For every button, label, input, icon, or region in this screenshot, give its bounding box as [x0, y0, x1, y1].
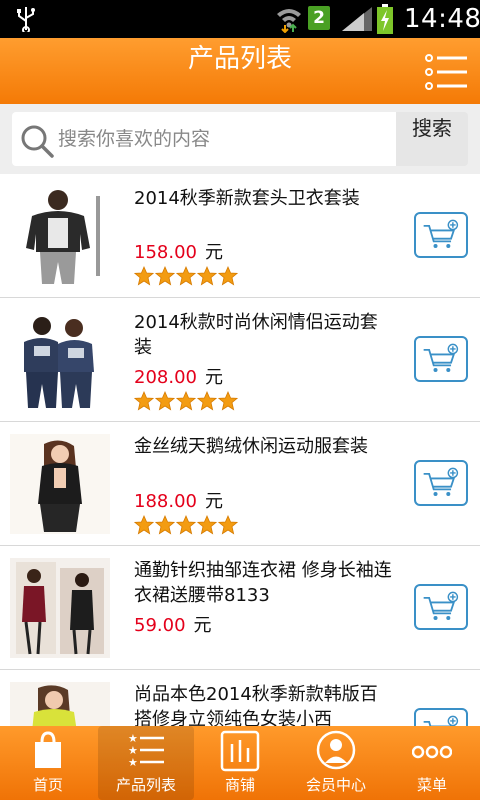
more-dots-icon: [412, 745, 452, 759]
star-icon: [175, 265, 197, 286]
user-icon: [316, 730, 356, 770]
product-image: [10, 310, 110, 410]
product-item[interactable]: 金丝绒天鹅绒休闲运动服套装 188.00 元: [0, 422, 480, 546]
rating-stars: [133, 514, 239, 537]
star-icon: [154, 514, 176, 535]
star-icon: [217, 514, 239, 535]
rating-stars: [133, 390, 239, 413]
star-icon: [217, 390, 239, 411]
product-price: 59.00 元: [134, 611, 212, 637]
price-unit: 元: [204, 491, 223, 512]
search-bar: 搜索: [0, 104, 480, 174]
nav-item-home[interactable]: 首页: [0, 726, 96, 800]
product-name: 金丝绒天鹅绒休闲运动服套装: [134, 436, 368, 457]
add-to-cart-icon[interactable]: [414, 336, 468, 382]
search-box: [12, 112, 396, 166]
star-icon: [196, 265, 218, 286]
product-image: [10, 434, 110, 534]
price-value: 59.00: [134, 615, 186, 636]
rating-stars: [133, 265, 239, 288]
sim-slot-badge: 2: [308, 6, 330, 30]
star-icon: [196, 390, 218, 411]
product-item[interactable]: 2014秋季新款套头卫衣套装 158.00 元: [0, 174, 480, 298]
product-image: [10, 682, 110, 726]
clock: 14:48: [404, 4, 480, 34]
product-image: [10, 186, 110, 286]
product-image: [10, 558, 110, 658]
price-unit: 元: [193, 615, 212, 636]
nav-item-member-center[interactable]: 会员中心: [288, 726, 384, 800]
bottom-nav: 首页 ★ ★ ★ 产品列表 商铺 会员中心 菜单: [0, 726, 480, 800]
nav-label: 商铺: [224, 776, 255, 794]
price-value: 188.00: [134, 491, 197, 512]
star-icon: [154, 265, 176, 286]
battery-charging-icon: [377, 4, 393, 34]
product-price: 188.00 元: [134, 487, 223, 513]
svg-text:★: ★: [128, 756, 138, 769]
star-icon: [133, 265, 155, 286]
product-item[interactable]: 2014秋款时尚休闲情侣运动套装 208.00 元: [0, 298, 480, 422]
product-name: 2014秋季新款套头卫衣套装: [134, 188, 360, 209]
price-unit: 元: [204, 242, 223, 263]
add-to-cart-icon[interactable]: [414, 584, 468, 630]
add-to-cart-icon[interactable]: [414, 460, 468, 506]
star-icon: [196, 514, 218, 535]
product-name: 通勤针织抽邹连衣裙 修身长袖连衣裙送腰带8133: [134, 560, 392, 606]
product-item[interactable]: 通勤针织抽邹连衣裙 修身长袖连衣裙送腰带8133 59.00 元: [0, 546, 480, 670]
price-unit: 元: [204, 367, 223, 388]
star-icon: [217, 265, 239, 286]
search-input[interactable]: [58, 112, 388, 166]
status-bar: 2 14:48: [0, 0, 480, 38]
product-price: 158.00 元: [134, 238, 223, 264]
wifi-icon: [277, 9, 301, 33]
page-title: 产品列表: [187, 44, 292, 74]
shopping-bag-icon: [35, 731, 61, 768]
usb-icon: [17, 7, 35, 32]
star-icon: [133, 390, 155, 411]
search-button[interactable]: 搜索: [396, 112, 468, 166]
search-icon: [21, 125, 54, 158]
star-list-icon: ★ ★ ★: [128, 732, 164, 769]
product-item[interactable]: 尚品本色2014秋季新款韩版百搭修身立领纯色女装小西: [0, 670, 480, 726]
product-list[interactable]: 2014秋季新款套头卫衣套装 158.00 元 2014秋款时尚休闲情侣运动套装…: [0, 174, 480, 726]
add-to-cart-icon[interactable]: [414, 708, 468, 726]
product-name: 2014秋款时尚休闲情侣运动套装: [134, 312, 378, 358]
product-name: 尚品本色2014秋季新款韩版百搭修身立领纯色女装小西: [134, 684, 378, 726]
nav-label: 菜单: [416, 776, 447, 794]
nav-item-menu[interactable]: 菜单: [384, 726, 480, 800]
add-to-cart-icon[interactable]: [414, 212, 468, 258]
nav-item-shop[interactable]: 商铺: [192, 726, 288, 800]
star-icon: [175, 390, 197, 411]
star-icon: [175, 514, 197, 535]
app-header: 产品列表: [0, 38, 480, 104]
list-menu-icon[interactable]: [425, 52, 469, 92]
star-icon: [133, 514, 155, 535]
nav-label: 会员中心: [305, 776, 366, 794]
nav-label: 首页: [32, 776, 63, 794]
shop-bars-icon: [220, 730, 260, 772]
product-price: 208.00 元: [134, 363, 223, 389]
price-value: 208.00: [134, 367, 197, 388]
price-value: 158.00: [134, 242, 197, 263]
nav-item-product-list[interactable]: ★ ★ ★ 产品列表: [98, 726, 194, 800]
nav-label: 产品列表: [115, 776, 176, 794]
star-icon: [154, 390, 176, 411]
signal-icon: [342, 7, 372, 31]
